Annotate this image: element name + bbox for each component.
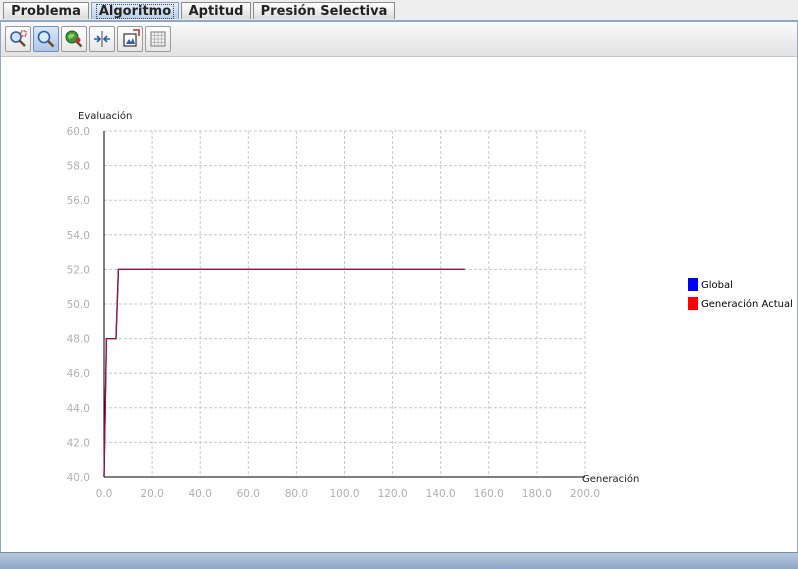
pan-icon xyxy=(65,30,83,48)
x-tick-label: 200.0 xyxy=(570,488,600,500)
y-tick-label: 46.0 xyxy=(67,368,90,380)
x-tick-label: 80.0 xyxy=(285,488,308,500)
tab-label: Presión Selectiva xyxy=(260,4,388,19)
y-tick-label: 52.0 xyxy=(67,264,90,276)
legend-label: Global xyxy=(701,280,733,291)
algorithm-panel: 0.0 20.0 40.0 60.0 80.0 100.0 120.0 140.0 160.0 1… xyxy=(0,21,798,553)
zoom-box-button[interactable] xyxy=(5,26,31,52)
y-tick-label: 50.0 xyxy=(67,299,90,311)
magnifier-button[interactable] xyxy=(33,26,59,52)
x-tick-label: 40.0 xyxy=(189,488,212,500)
chart-toolbar xyxy=(1,22,797,57)
legend-label: Generación Actual xyxy=(701,298,793,310)
pan-button[interactable] xyxy=(61,26,87,52)
status-bar xyxy=(0,552,798,569)
y-tick-label: 56.0 xyxy=(67,195,90,207)
legend-swatch xyxy=(688,278,698,291)
fit-button[interactable] xyxy=(89,26,115,52)
x-tick-label: 180.0 xyxy=(522,488,552,500)
x-tick-label: 0.0 xyxy=(96,488,113,500)
y-tick-label: 44.0 xyxy=(67,403,90,415)
y-tick-label: 42.0 xyxy=(67,437,90,449)
tab-aptitud[interactable]: Aptitud xyxy=(181,2,251,19)
tab-label: Algoritmo xyxy=(95,4,175,19)
tab-problema[interactable]: Problema xyxy=(3,2,89,19)
legend-swatch xyxy=(688,297,698,310)
tab-algoritmo[interactable]: Algoritmo xyxy=(91,2,179,19)
zoom-box-icon xyxy=(10,30,27,47)
y-tick-label: 54.0 xyxy=(67,230,90,242)
evaluation-chart: 0.0 20.0 40.0 60.0 80.0 100.0 120.0 140.0 160.0 1… xyxy=(67,110,793,500)
grid-icon xyxy=(150,31,166,47)
save-image-button[interactable] xyxy=(117,26,143,52)
tab-bar: Problema Algoritmo Aptitud Presión Selec… xyxy=(0,0,798,21)
tab-label: Aptitud xyxy=(188,4,244,19)
y-tick-label: 60.0 xyxy=(67,126,90,138)
y-tick-label: 48.0 xyxy=(67,334,90,346)
save-image-icon xyxy=(123,29,140,47)
y-tick-label: 58.0 xyxy=(67,161,90,173)
tab-presion-selectiva[interactable]: Presión Selectiva xyxy=(253,2,395,19)
y-axis-title: Evaluación xyxy=(78,110,132,122)
fit-icon xyxy=(94,31,110,47)
magnifier-icon xyxy=(37,30,55,48)
x-tick-label: 100.0 xyxy=(329,488,359,500)
y-tick-label: 40.0 xyxy=(67,472,90,484)
tab-label: Problema xyxy=(11,4,81,19)
x-tick-label: 20.0 xyxy=(140,488,163,500)
x-tick-label: 140.0 xyxy=(426,488,456,500)
x-tick-label: 160.0 xyxy=(474,488,504,500)
x-tick-label: 120.0 xyxy=(378,488,408,500)
x-axis-title: Generación xyxy=(582,473,639,485)
grid-button[interactable] xyxy=(145,26,171,52)
x-tick-label: 60.0 xyxy=(237,488,260,500)
